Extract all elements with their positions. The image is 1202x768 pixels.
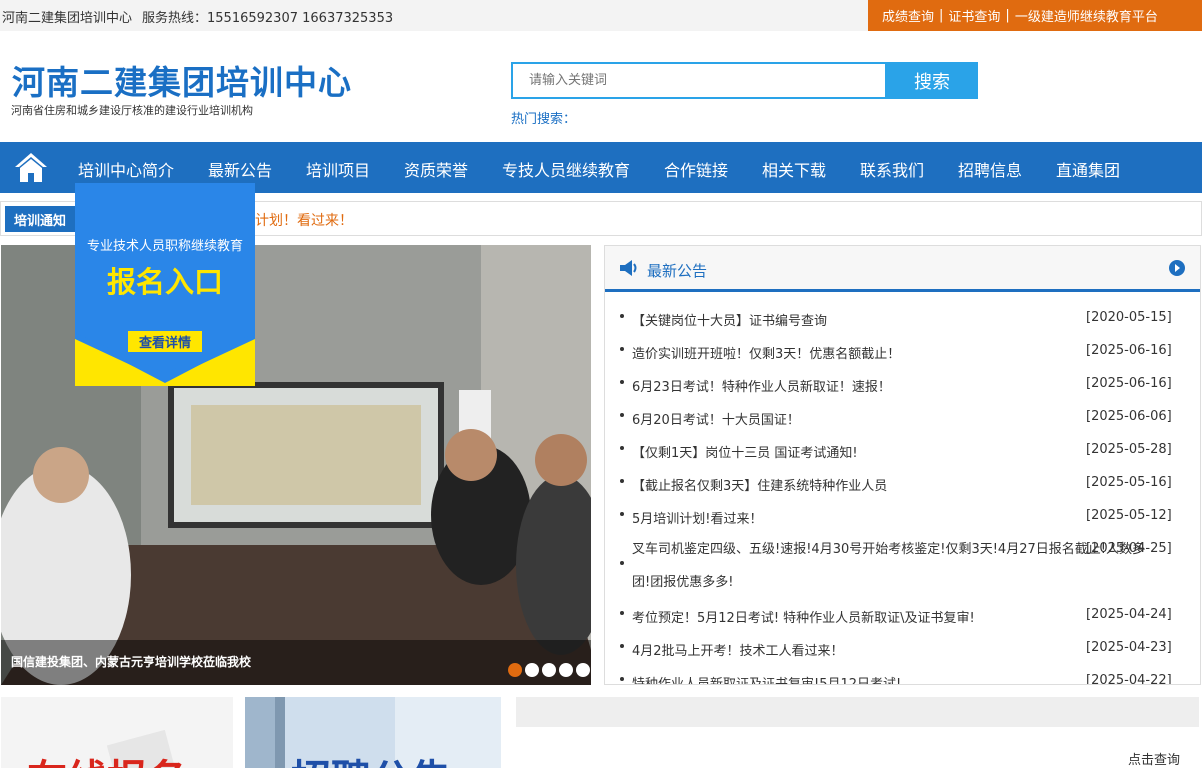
notice-marquee-text[interactable]: 计划！看过来！	[255, 210, 353, 230]
bullet-icon	[620, 611, 624, 615]
nav-item-partners[interactable]: 合作链接	[664, 157, 728, 181]
list-item[interactable]: 6月23日考试！特种作业人员新取证！速报！ [2025-06-16]	[605, 368, 1200, 401]
slider-dot[interactable]	[576, 663, 590, 677]
bullet-icon	[620, 677, 624, 681]
announcement-title[interactable]: 【截止报名仅剩3天】住建系统特种作业人员	[632, 475, 887, 494]
bullet-icon	[620, 512, 624, 516]
list-item[interactable]: 【截止报名仅剩3天】住建系统特种作业人员 [2025-05-16]	[605, 467, 1200, 500]
bullet-icon	[620, 479, 624, 483]
site-subtitle: 河南省住房和城乡建设厅核准的建设行业培训机构	[11, 104, 253, 117]
recruitment-text: 招聘公告	[291, 747, 451, 768]
megaphone-icon	[620, 260, 637, 276]
nav-item-about[interactable]: 培训中心简介	[78, 157, 174, 181]
list-item[interactable]: 6月20日考试！十大员国证！ [2025-06-06]	[605, 401, 1200, 434]
search-input[interactable]	[513, 64, 885, 97]
nav-item-honors[interactable]: 资质荣誉	[404, 157, 468, 181]
link-separator: |	[939, 8, 944, 23]
home-icon[interactable]	[14, 150, 48, 184]
popup-details-button[interactable]: 查看详情	[128, 331, 202, 352]
click-query-link[interactable]: 点击查询	[1128, 749, 1180, 768]
bullet-icon	[620, 561, 624, 565]
nav-item-training[interactable]: 培训项目	[306, 157, 370, 181]
online-registration-text: 在线报名	[27, 747, 187, 768]
announcement-title[interactable]: 4月2批马上开考！技术工人看过来！	[632, 640, 844, 659]
announcement-date: [2025-06-16]	[1086, 343, 1172, 358]
score-query-link[interactable]: 成绩查询	[882, 6, 934, 25]
announcement-list: 【关键岗位十大员】证书编号查询 [2020-05-15] 造价实训班开班啦！仅剩3…	[605, 302, 1200, 685]
slider-dot[interactable]	[542, 663, 556, 677]
announcement-title[interactable]: 5月培训计划!看过来！	[632, 508, 762, 527]
announcement-date: [2025-05-16]	[1086, 475, 1172, 490]
announcement-title[interactable]: 6月23日考试！特种作业人员新取证！速报！	[632, 376, 891, 395]
list-item[interactable]: 4月2批马上开考！技术工人看过来！ [2025-04-23]	[605, 632, 1200, 665]
announcement-date: [2025-04-22]	[1086, 673, 1172, 685]
slider-dot[interactable]	[508, 663, 522, 677]
top-hotline: 服务热线：15516592307 16637325353	[142, 11, 394, 26]
bullet-icon	[620, 380, 624, 384]
announcement-date: [2025-06-06]	[1086, 409, 1172, 424]
popup-headline: 报名入口	[106, 265, 223, 299]
announcement-title[interactable]: 【关键岗位十大员】证书编号查询	[632, 310, 827, 329]
nav-item-downloads[interactable]: 相关下载	[762, 157, 826, 181]
announcement-title[interactable]: 特种作业人员新取证及证书复审!5月12日考试!	[632, 673, 901, 684]
slider-caption[interactable]: 国信建投集团、内蒙古元亨培训学校莅临我校	[11, 653, 251, 670]
top-org-name: 河南二建集团培训中心	[2, 11, 133, 26]
slider-dot[interactable]	[525, 663, 539, 677]
list-item[interactable]: 【仅剩1天】岗位十三员 国证考试通知! [2025-05-28]	[605, 434, 1200, 467]
list-item[interactable]: 特种作业人员新取证及证书复审!5月12日考试! [2025-04-22]	[605, 665, 1200, 685]
link-separator: |	[1005, 8, 1010, 23]
announcement-date: [2025-05-12]	[1086, 508, 1172, 523]
constructor-education-link[interactable]: 一级建造师继续教育平台	[1015, 6, 1158, 25]
announcement-date: [2025-04-25]	[1086, 541, 1172, 556]
announcement-title[interactable]: 造价实训班开班啦！仅剩3天！优惠名额截止！	[632, 343, 900, 362]
popup-line1: 专业技术人员职称继续教育	[86, 239, 243, 254]
bullet-icon	[620, 347, 624, 351]
announcements-panel: 最新公告 【关键岗位十大员】证书编号查询 [2020-05-15] 造价实训班开班…	[604, 245, 1201, 685]
announcement-title[interactable]: 【仅剩1天】岗位十三员 国证考试通知!	[632, 442, 858, 461]
nav-item-contact[interactable]: 联系我们	[860, 157, 924, 181]
nav-item-continuing-education[interactable]: 专技人员继续教育	[502, 157, 630, 181]
bullet-icon	[620, 446, 624, 450]
announcement-date: [2025-04-24]	[1086, 607, 1172, 622]
announcements-title: 最新公告	[647, 262, 708, 280]
recruitment-banner[interactable]: 招聘公告	[245, 697, 501, 768]
announcement-date: [2020-05-15]	[1086, 310, 1172, 325]
search-button[interactable]: 搜索	[886, 62, 978, 99]
site-title[interactable]: 河南二建集团培训中心	[12, 56, 352, 104]
search-box	[511, 62, 887, 99]
announcement-date: [2025-06-16]	[1086, 376, 1172, 391]
top-quick-links: 成绩查询 | 证书查询 | 一级建造师继续教育平台	[868, 0, 1202, 31]
slider-dots	[508, 663, 590, 677]
bullet-icon	[620, 314, 624, 318]
certificate-query-link[interactable]: 证书查询	[948, 6, 1000, 25]
announcement-date: [2025-04-23]	[1086, 640, 1172, 655]
bullet-icon	[620, 644, 624, 648]
list-item[interactable]: 考位预定！5月12日考试! 特种作业人员新取证\及证书复审! [2025-04-2…	[605, 599, 1200, 632]
top-bar-info: 河南二建集团培训中心 服务热线：15516592307 16637325353	[2, 7, 403, 26]
hot-search-label: 热门搜索：	[511, 112, 577, 127]
nav-item-announcements[interactable]: 最新公告	[208, 157, 272, 181]
registration-popup[interactable]: 专业技术人员职称继续教育 报名入口 查看详情	[75, 183, 255, 386]
notice-tag: 培训通知	[5, 206, 75, 232]
announcement-title[interactable]: 叉车司机鉴定四级、五级!速报!4月30号开始考核鉴定!仅剩3天!4月27日报名截…	[632, 533, 1152, 599]
query-bar	[516, 697, 1199, 727]
list-item[interactable]: 【关键岗位十大员】证书编号查询 [2020-05-15]	[605, 302, 1200, 335]
list-item[interactable]: 5月培训计划!看过来！ [2025-05-12]	[605, 500, 1200, 533]
announcement-title[interactable]: 考位预定！5月12日考试! 特种作业人员新取证\及证书复审!	[632, 607, 975, 626]
slider-dot[interactable]	[559, 663, 573, 677]
announcements-header: 最新公告	[605, 246, 1200, 292]
bullet-icon	[620, 413, 624, 417]
online-registration-banner[interactable]: 在线报名	[1, 697, 233, 768]
list-item[interactable]: 叉车司机鉴定四级、五级!速报!4月30号开始考核鉴定!仅剩3天!4月27日报名截…	[605, 533, 1200, 599]
list-item[interactable]: 造价实训班开班啦！仅剩3天！优惠名额截止！ [2025-06-16]	[605, 335, 1200, 368]
nav-item-group[interactable]: 直通集团	[1056, 157, 1120, 181]
top-bar: 河南二建集团培训中心 服务热线：15516592307 16637325353 成…	[0, 0, 1202, 31]
nav-item-jobs[interactable]: 招聘信息	[958, 157, 1022, 181]
announcement-title[interactable]: 6月20日考试！十大员国证！	[632, 409, 800, 428]
more-arrow-icon[interactable]	[1169, 260, 1185, 276]
announcement-date: [2025-05-28]	[1086, 442, 1172, 457]
